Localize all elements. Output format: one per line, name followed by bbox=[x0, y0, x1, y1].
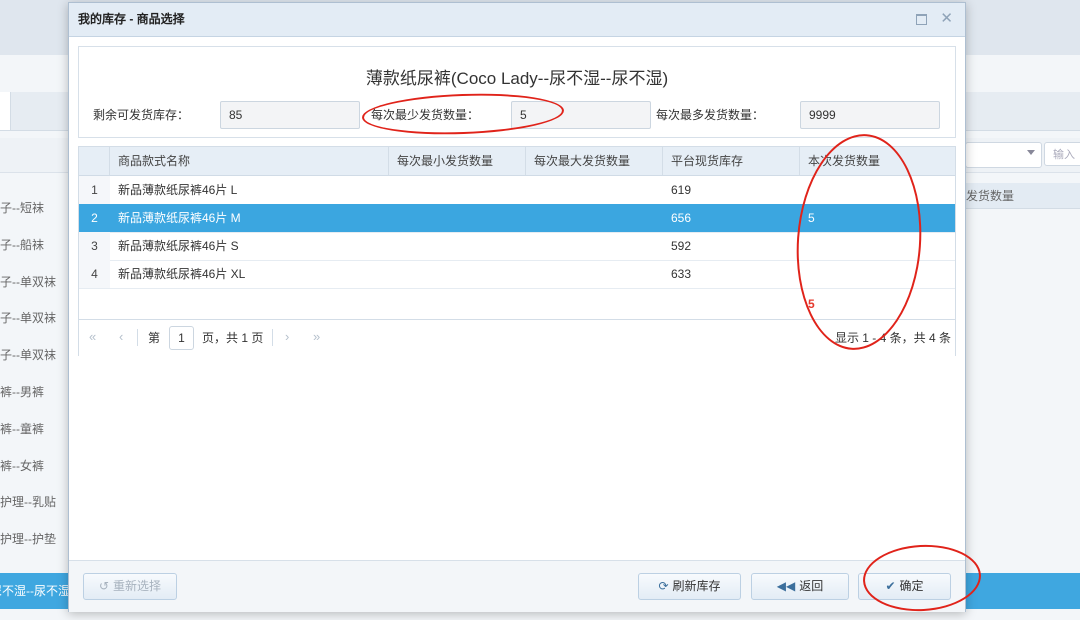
min-qty-label: 每次最少发货数量： bbox=[371, 108, 480, 122]
product-select-dialog: 我的库存 - 商品选择 ✕ 薄款纸尿裤(Coco Lady--尿不湿--尿不湿)… bbox=[68, 2, 966, 612]
undo-icon: ↺ bbox=[98, 579, 110, 593]
table-row[interactable]: 3 新品薄款纸尿裤46片 S 592 bbox=[79, 232, 955, 261]
app-tab[interactable] bbox=[0, 92, 11, 130]
cell-stock: 592 bbox=[671, 239, 692, 253]
back-button[interactable]: ◀◀ 返回 bbox=[751, 573, 849, 600]
cell-name: 新品薄款纸尿裤46片 XL bbox=[118, 267, 246, 281]
refresh-icon: ⟳ bbox=[658, 579, 669, 593]
remaining-stock-field: 85 bbox=[220, 101, 360, 129]
confirm-label: 确定 bbox=[899, 579, 924, 593]
row-number-header bbox=[79, 147, 110, 175]
bg-list-item[interactable]: 袜子--短袜 bbox=[0, 190, 70, 227]
max-qty-label: 每次最多发货数量： bbox=[656, 108, 765, 122]
remaining-stock-label: 剩余可发货库存： bbox=[93, 108, 190, 122]
next-page-icon[interactable]: › bbox=[285, 330, 289, 344]
cell-name: 新品薄款纸尿裤46片 L bbox=[118, 183, 238, 197]
maximize-icon[interactable] bbox=[916, 14, 927, 25]
grid-header: 商品款式名称 每次最小发货数量 每次最大发货数量 平台现货库存 本次发货数量 bbox=[79, 147, 955, 176]
checkmark-icon: ✔ bbox=[885, 579, 896, 593]
refresh-label: 刷新库存 bbox=[672, 579, 721, 593]
max-qty-field: 9999 bbox=[800, 101, 940, 129]
bg-selected-label: 尿不湿--尿不湿 bbox=[0, 584, 70, 598]
back-label: 返回 bbox=[799, 579, 824, 593]
pager-info: 显示 1 - 4 条，共 4 条 bbox=[834, 331, 951, 345]
refresh-stock-button[interactable]: ⟳ 刷新库存 bbox=[638, 573, 741, 600]
bg-list-item[interactable]: 袜子--单双袜 bbox=[0, 264, 70, 301]
bg-column-header: 发货数量 bbox=[964, 183, 1080, 209]
bg-list-item[interactable]: 袜子--船袜 bbox=[0, 227, 70, 264]
column-header-min[interactable]: 每次最小发货数量 bbox=[389, 147, 526, 175]
table-row-selected[interactable]: 2 新品薄款纸尿裤46片 M 656 5 bbox=[79, 204, 955, 233]
dialog-header[interactable]: 我的库存 - 商品选择 ✕ bbox=[69, 3, 965, 37]
column-header-name[interactable]: 商品款式名称 bbox=[110, 147, 389, 175]
back-icon: ◀◀ bbox=[776, 579, 796, 593]
row-number: 4 bbox=[79, 260, 110, 288]
reselect-label: 重新选择 bbox=[113, 579, 162, 593]
table-row[interactable]: 1 新品薄款纸尿裤46片 L 619 bbox=[79, 176, 955, 205]
bg-filter-input[interactable]: 输入 bbox=[1044, 142, 1080, 166]
dialog-footer: ↺ 重新选择 ⟳ 刷新库存 ◀◀ 返回 ✔ 确定 bbox=[69, 560, 965, 612]
cell-stock: 619 bbox=[671, 183, 692, 197]
column-header-qty[interactable]: 本次发货数量 bbox=[800, 147, 955, 175]
cell-name: 新品薄款纸尿裤46片 S bbox=[118, 239, 239, 253]
bg-list-item[interactable]: 内裤--童裤 bbox=[0, 411, 70, 448]
bg-list-item[interactable]: 内裤--女裤 bbox=[0, 448, 70, 485]
first-page-icon[interactable]: « bbox=[89, 330, 96, 344]
product-info-panel: 薄款纸尿裤(Coco Lady--尿不湿--尿不湿) 剩余可发货库存： 85 每… bbox=[78, 46, 956, 138]
dialog-title: 我的库存 - 商品选择 bbox=[78, 12, 185, 26]
bg-list-item[interactable]: 私密护理--护垫 bbox=[0, 521, 70, 558]
column-header-max[interactable]: 每次最大发货数量 bbox=[526, 147, 663, 175]
cell-name: 新品薄款纸尿裤46片 M bbox=[118, 211, 241, 225]
min-qty-field: 5 bbox=[511, 101, 651, 129]
bg-filter-select[interactable] bbox=[965, 142, 1042, 168]
pagination-bar: « ‹ 第 1 页，共 1 页 › » 显示 1 - 4 条，共 4 条 bbox=[79, 319, 955, 356]
column-header-stock[interactable]: 平台现货库存 bbox=[663, 147, 800, 175]
sku-grid: 商品款式名称 每次最小发货数量 每次最大发货数量 平台现货库存 本次发货数量 1… bbox=[78, 146, 956, 356]
bg-list-item[interactable]: 私密护理--乳贴 bbox=[0, 484, 70, 521]
confirm-button[interactable]: ✔ 确定 bbox=[858, 573, 951, 600]
table-row[interactable]: 4 新品薄款纸尿裤46片 XL 633 bbox=[79, 260, 955, 289]
pager-divider bbox=[272, 329, 273, 346]
row-number: 1 bbox=[79, 176, 110, 204]
bg-category-list: 袜子--短袜 袜子--船袜 袜子--单双袜 袜子--单双袜 袜子--单双袜 内裤… bbox=[0, 190, 70, 558]
last-page-icon[interactable]: » bbox=[313, 330, 320, 344]
row-number: 3 bbox=[79, 232, 110, 260]
bg-list-item[interactable]: 袜子--单双袜 bbox=[0, 337, 70, 374]
cell-qty[interactable]: 5 bbox=[808, 204, 815, 232]
bg-list-item[interactable]: 袜子--单双袜 bbox=[0, 300, 70, 337]
page-prefix-label: 第 bbox=[148, 331, 161, 345]
page-number-input[interactable]: 1 bbox=[169, 326, 194, 350]
reselect-button[interactable]: ↺ 重新选择 bbox=[83, 573, 177, 600]
prev-page-icon[interactable]: ‹ bbox=[119, 330, 123, 344]
bg-list-item[interactable]: 内裤--男裤 bbox=[0, 374, 70, 411]
cell-stock: 633 bbox=[671, 267, 692, 281]
close-icon[interactable]: ✕ bbox=[940, 10, 953, 28]
cell-stock: 656 bbox=[671, 211, 692, 225]
total-qty-value: 5 bbox=[808, 297, 815, 311]
chevron-down-icon bbox=[1027, 150, 1035, 155]
product-name: 薄款纸尿裤(Coco Lady--尿不湿--尿不湿) bbox=[365, 69, 669, 88]
row-number: 2 bbox=[79, 204, 110, 232]
pager-divider bbox=[137, 329, 138, 346]
page-total-label: 页，共 1 页 bbox=[202, 331, 264, 345]
